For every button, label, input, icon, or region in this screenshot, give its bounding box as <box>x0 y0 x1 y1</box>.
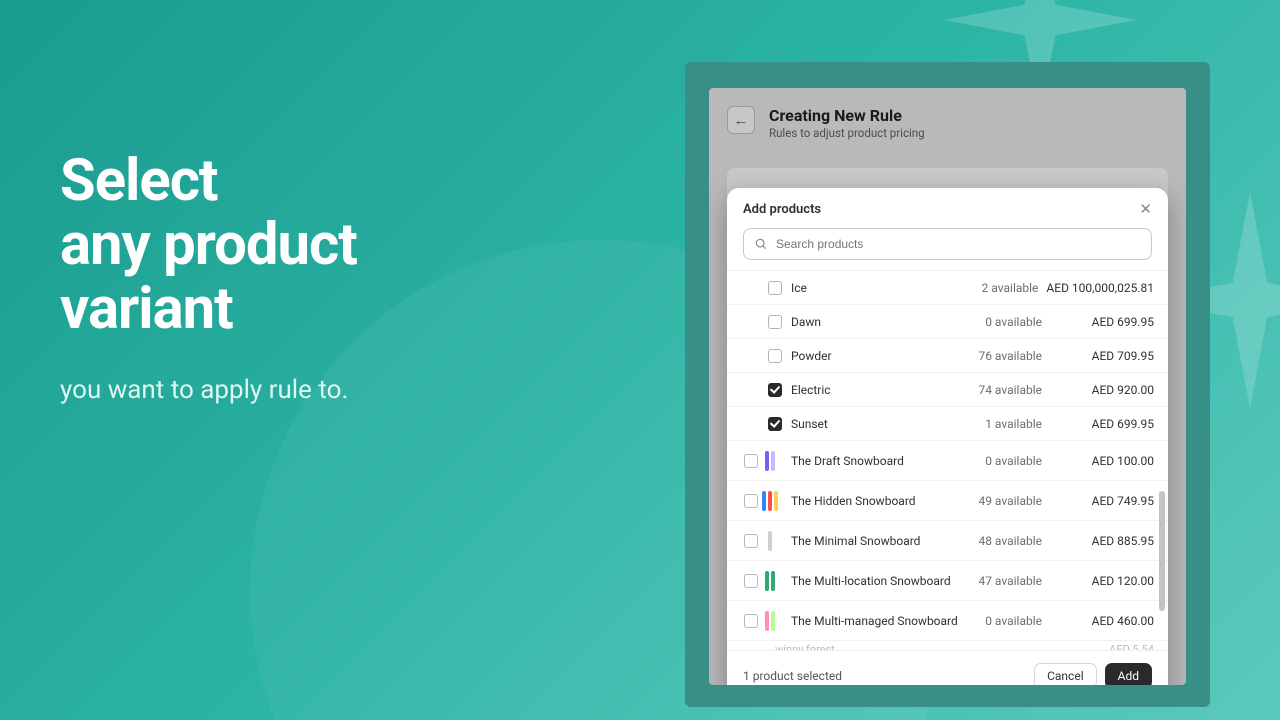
variant-row[interactable]: Powder76 availableAED 709.95 <box>727 339 1168 373</box>
checkbox[interactable] <box>768 383 782 397</box>
hero-heading: Select any product variant <box>60 150 357 341</box>
add-products-modal: Add products ✕ Ice2 availableAED 100,000… <box>727 188 1168 685</box>
checkbox[interactable] <box>744 614 758 628</box>
device-frame: ← Creating New Rule Rules to adjust prod… <box>685 62 1210 707</box>
checkbox[interactable] <box>768 281 782 295</box>
checkbox[interactable] <box>744 454 758 468</box>
page-header: ← Creating New Rule Rules to adjust prod… <box>709 88 1186 152</box>
row-name: Ice <box>791 281 966 295</box>
product-thumb <box>759 448 781 474</box>
checkbox[interactable] <box>744 574 758 588</box>
row-price: AED 699.95 <box>1050 417 1154 431</box>
page-title: Creating New Rule <box>769 106 925 125</box>
modal-footer: 1 product selected Cancel Add <box>727 650 1168 685</box>
row-availability: 0 available <box>970 614 1050 628</box>
row-name: Powder <box>791 349 970 363</box>
row-availability: 74 available <box>970 383 1050 397</box>
row-price: AED 920.00 <box>1050 383 1154 397</box>
partial-row: winny forestAED 5.54 <box>727 641 1168 650</box>
checkbox[interactable] <box>744 494 758 508</box>
product-row[interactable]: The Minimal Snowboard48 availableAED 885… <box>727 521 1168 561</box>
checkbox[interactable] <box>768 349 782 363</box>
product-row[interactable]: The Draft Snowboard0 availableAED 100.00 <box>727 441 1168 481</box>
selection-count: 1 product selected <box>743 669 1034 683</box>
row-price: AED 885.95 <box>1050 534 1154 548</box>
row-availability: 1 available <box>970 417 1050 431</box>
row-availability: 0 available <box>970 454 1050 468</box>
row-name: Dawn <box>791 315 970 329</box>
arrow-left-icon: ← <box>734 111 749 129</box>
search-input[interactable] <box>776 237 1141 251</box>
hero-sub: you want to apply rule to. <box>60 375 357 405</box>
search-icon <box>754 237 768 251</box>
checkbox[interactable] <box>768 315 782 329</box>
row-price: AED 5.54 <box>1094 643 1154 650</box>
row-price: AED 100,000,025.81 <box>1046 281 1154 295</box>
product-row[interactable]: The Multi-location Snowboard47 available… <box>727 561 1168 601</box>
search-field[interactable] <box>743 228 1152 260</box>
product-row[interactable]: The Hidden Snowboard49 availableAED 749.… <box>727 481 1168 521</box>
variant-row[interactable]: Dawn0 availableAED 699.95 <box>727 305 1168 339</box>
product-thumb <box>759 608 781 634</box>
product-thumb <box>759 528 781 554</box>
row-availability: 49 available <box>970 494 1050 508</box>
page-backdrop: ← Creating New Rule Rules to adjust prod… <box>709 88 1186 685</box>
row-name: The Multi-location Snowboard <box>791 574 970 588</box>
hero-text: Select any product variant you want to a… <box>60 150 357 405</box>
product-thumb <box>759 568 781 594</box>
row-availability: 48 available <box>970 534 1050 548</box>
row-price: AED 709.95 <box>1050 349 1154 363</box>
product-list: Ice2 availableAED 100,000,025.81Dawn0 av… <box>727 270 1168 650</box>
row-name: winny forest <box>775 643 1094 650</box>
row-availability: 0 available <box>970 315 1050 329</box>
row-price: AED 460.00 <box>1050 614 1154 628</box>
row-availability: 2 available <box>966 281 1046 295</box>
back-button[interactable]: ← <box>727 106 755 134</box>
cancel-button[interactable]: Cancel <box>1034 663 1097 685</box>
checkbox[interactable] <box>744 534 758 548</box>
row-name: The Multi-managed Snowboard <box>791 614 970 628</box>
row-price: AED 749.95 <box>1050 494 1154 508</box>
variant-row[interactable]: Sunset1 availableAED 699.95 <box>727 407 1168 441</box>
scrollbar-thumb[interactable] <box>1159 491 1165 611</box>
row-price: AED 699.95 <box>1050 315 1154 329</box>
row-price: AED 100.00 <box>1050 454 1154 468</box>
row-name: The Hidden Snowboard <box>791 494 970 508</box>
add-button[interactable]: Add <box>1105 663 1152 685</box>
row-price: AED 120.00 <box>1050 574 1154 588</box>
row-availability: 47 available <box>970 574 1050 588</box>
variant-row[interactable]: Electric74 availableAED 920.00 <box>727 373 1168 407</box>
row-name: Sunset <box>791 417 970 431</box>
row-name: The Minimal Snowboard <box>791 534 970 548</box>
modal-title: Add products <box>743 202 821 217</box>
product-row[interactable]: The Multi-managed Snowboard0 availableAE… <box>727 601 1168 641</box>
row-name: Electric <box>791 383 970 397</box>
row-availability: 76 available <box>970 349 1050 363</box>
close-icon[interactable]: ✕ <box>1139 200 1152 218</box>
page-subtitle: Rules to adjust product pricing <box>769 126 925 140</box>
checkbox[interactable] <box>768 417 782 431</box>
row-name: The Draft Snowboard <box>791 454 970 468</box>
variant-row[interactable]: Ice2 availableAED 100,000,025.81 <box>727 271 1168 305</box>
product-thumb <box>759 488 781 514</box>
